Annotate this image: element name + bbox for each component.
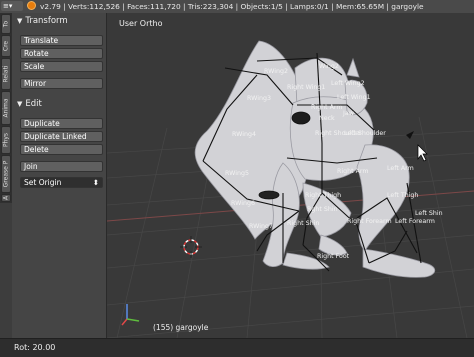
dropdown-arrow-icon: ⬍ — [92, 178, 99, 187]
bone-label: Right Arm — [311, 104, 343, 111]
bone-label: RWing4 — [232, 131, 256, 138]
bone-label: RWing2 — [264, 68, 288, 75]
bone-label: Right Forearm — [347, 218, 392, 225]
tab-tools[interactable]: To — [1, 14, 11, 34]
collapse-triangle-icon: ▼ — [17, 17, 23, 25]
bone-label: RWing6 — [231, 200, 255, 207]
editor-type-menu[interactable]: ≡▾ — [1, 1, 23, 11]
edit-panel-header[interactable]: ▼ Edit — [17, 99, 42, 109]
transform-panel-header[interactable]: ▼ Transform — [17, 16, 68, 26]
frame-object-label: (155) gargoyle — [153, 323, 209, 332]
bone-label: Right Shin — [287, 220, 319, 227]
collapse-triangle-icon: ▼ — [17, 100, 23, 108]
tab-create[interactable]: Cre — [1, 35, 11, 57]
tool-tabs: To Cre Relati Anima Phys Grease P A — [0, 13, 12, 203]
bone-label: Right Arm — [337, 168, 369, 175]
bone-label: Left Arm — [387, 165, 414, 172]
bone-label: Right Thigh — [305, 192, 341, 199]
info-editor-icon: ≡▾ — [3, 2, 13, 10]
bone-label: Right Foot — [317, 253, 350, 260]
duplicate-button[interactable]: Duplicate — [20, 118, 103, 129]
info-header: ≡▾ v2.79 | Verts:112,526 | Faces:111,720… — [0, 0, 474, 14]
blender-logo-icon — [27, 1, 36, 10]
rotation-readout: Rot: 20.00 — [14, 343, 56, 352]
set-origin-dropdown[interactable]: Set Origin ⬍ — [20, 177, 103, 188]
view-name: User Ortho — [119, 19, 163, 28]
scene-stats: v2.79 | Verts:112,526 | Faces:111,720 | … — [40, 2, 424, 11]
rotate-button[interactable]: Rotate — [20, 48, 103, 59]
tab-extra[interactable]: A — [1, 194, 11, 202]
duplicate-linked-button[interactable]: Duplicate Linked — [20, 131, 103, 142]
tool-shelf: ▼ Transform Translate Rotate Scale Mirror… — [12, 13, 112, 338]
tab-physics[interactable]: Phys — [1, 126, 11, 154]
tab-relations[interactable]: Relati — [1, 58, 11, 90]
bone-label: Left Wing1 — [337, 94, 371, 101]
join-button[interactable]: Join — [20, 161, 103, 172]
bone-label: Neck — [319, 115, 335, 122]
tab-grease-pencil[interactable]: Grease P — [1, 155, 11, 193]
bone-label: Left Shin — [415, 210, 443, 217]
bone-label: Left Wing2 — [331, 80, 365, 87]
translate-button[interactable]: Translate — [20, 35, 103, 46]
bone-label: Left Thigh — [387, 192, 418, 199]
bone-label: Wing2 — [319, 63, 339, 70]
operator-status-bar: Rot: 20.00 — [0, 338, 474, 357]
bone-label: Jaw — [342, 110, 354, 117]
bone-label: Right Wing1 — [287, 84, 325, 91]
tab-animation[interactable]: Anima — [1, 91, 11, 125]
3d-viewport[interactable]: RWing2 Wing2 Left Wing2 Right Wing1 Left… — [107, 13, 474, 338]
bone-label: RWing3 — [247, 95, 271, 102]
bone-label: Rght Shin — [307, 206, 338, 213]
delete-button[interactable]: Delete — [20, 144, 103, 155]
scale-button[interactable]: Scale — [20, 61, 103, 72]
3d-cursor-icon — [180, 236, 202, 258]
mirror-button[interactable]: Mirror — [20, 78, 103, 89]
bone-label: Left Shoulder — [344, 130, 386, 137]
bone-label: RWing7 — [249, 223, 273, 230]
bone-label: RWing5 — [225, 170, 249, 177]
bone-label: Left Forearm — [395, 218, 435, 225]
viewport-canvas[interactable]: RWing2 Wing2 Left Wing2 Right Wing1 Left… — [107, 13, 474, 338]
